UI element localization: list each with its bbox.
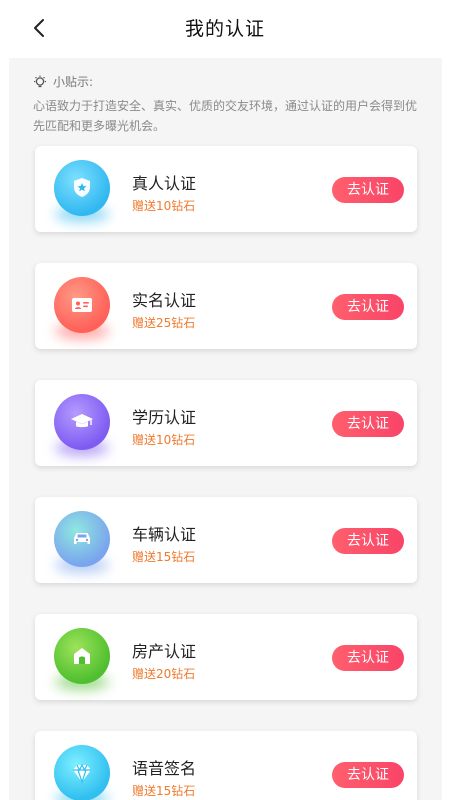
card-reward: 赠送15钻石 (132, 784, 196, 798)
card-reward: 赠送20钻石 (132, 667, 196, 681)
tips-heading: 小贴示: (33, 73, 93, 90)
lightbulb-icon (34, 75, 46, 87)
card-title: 车辆认证 (132, 525, 197, 544)
graduation-cap-icon (71, 414, 93, 428)
diamond-icon (73, 763, 91, 784)
verify-card-vehicle: 车辆认证 赠送15钻石 去认证 (35, 497, 417, 583)
go-verify-button[interactable]: 去认证 (332, 177, 404, 203)
verify-card-real-name: 实名认证 赠送25钻石 去认证 (35, 263, 417, 349)
card-reward: 赠送15钻石 (132, 550, 196, 564)
card-reward: 赠送10钻石 (132, 433, 196, 447)
main-content: 小贴示: 心语致力于打造安全、真实、优质的交友环境，通过认证的用户会得到优先匹配… (9, 58, 442, 800)
go-verify-button[interactable]: 去认证 (332, 411, 404, 437)
card-reward: 赠送10钻石 (132, 199, 196, 213)
verify-card-property: 房产认证 赠送20钻石 去认证 (35, 614, 417, 700)
verify-card-education: 学历认证 赠送10钻石 去认证 (35, 380, 417, 466)
car-icon (74, 533, 90, 544)
go-verify-button[interactable]: 去认证 (332, 645, 404, 671)
tips-text: 心语致力于打造安全、真实、优质的交友环境，通过认证的用户会得到优先匹配和更多曝光… (33, 99, 418, 133)
card-title: 房产认证 (132, 642, 197, 661)
verify-icon-circle (54, 394, 110, 450)
go-verify-button[interactable]: 去认证 (332, 294, 404, 320)
verify-card-voice-signature: 语音签名 赠送15钻石 去认证 (35, 731, 417, 800)
shield-star-icon (74, 178, 90, 197)
page-title: 我的认证 (184, 18, 265, 40)
go-verify-button[interactable]: 去认证 (332, 762, 404, 788)
house-icon (74, 648, 90, 664)
verify-icon-circle (54, 277, 110, 333)
verify-card-real-person: 真人认证 赠送10钻石 去认证 (35, 146, 417, 232)
card-title: 真人认证 (132, 174, 197, 193)
verify-icon-circle (54, 745, 110, 800)
id-card-icon (72, 298, 92, 312)
verify-icon-circle (54, 628, 110, 684)
card-title: 语音签名 (132, 759, 197, 778)
verify-icon-circle (54, 511, 110, 567)
card-reward: 赠送25钻石 (132, 316, 196, 330)
tips-heading-label: 小贴示: (53, 75, 94, 89)
go-verify-button[interactable]: 去认证 (332, 528, 404, 554)
card-title: 实名认证 (132, 291, 197, 310)
card-title: 学历认证 (132, 408, 197, 427)
verify-icon-circle (54, 160, 110, 216)
header-bar: 我的认证 (0, 0, 450, 56)
